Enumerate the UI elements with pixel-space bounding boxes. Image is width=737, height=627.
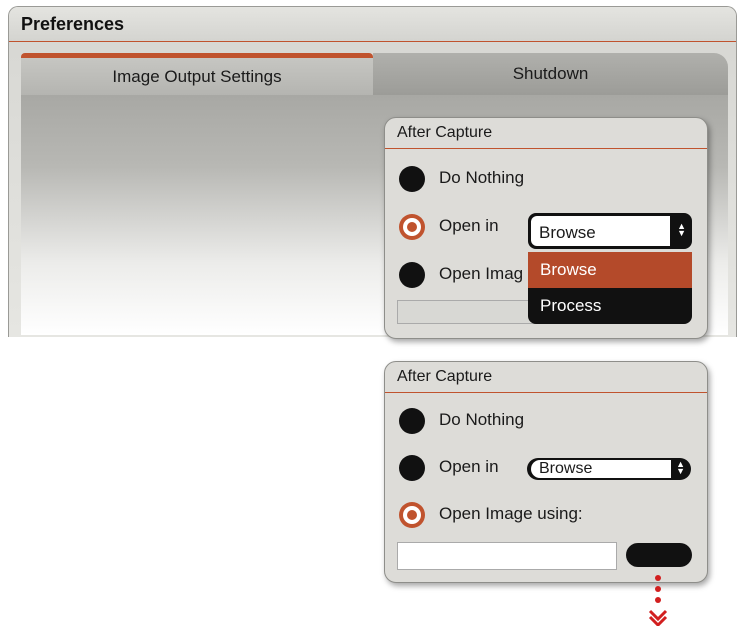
open-in-select[interactable]: Browse ▲ ▼	[527, 458, 691, 480]
dropdown-menu: Browse Process	[528, 252, 692, 324]
window-title: Preferences	[21, 14, 125, 34]
select-value: Browse	[531, 216, 670, 246]
tab-shutdown[interactable]: Shutdown	[373, 53, 728, 95]
chevron-down-icon	[648, 575, 668, 627]
radio-open-image[interactable]	[399, 502, 425, 528]
radio-open-in[interactable]	[399, 455, 425, 481]
open-in-select[interactable]: Browse ▲ ▼	[528, 213, 692, 249]
radio-label: Do Nothing	[439, 410, 525, 429]
radio-label: Do Nothing	[439, 168, 525, 187]
dropdown-option-process[interactable]: Process	[528, 288, 692, 324]
browse-button[interactable]	[626, 543, 692, 567]
radio-label: Open in	[439, 216, 499, 235]
radio-open-in[interactable]	[399, 214, 425, 240]
up-down-arrows-icon: ▲ ▼	[676, 459, 685, 476]
radio-do-nothing[interactable]	[399, 166, 425, 192]
after-capture-group-collapsed: After Capture Do Nothing Open in Open Im…	[384, 361, 708, 583]
radio-label: Open Imag	[439, 264, 524, 283]
radio-label: Open in	[439, 457, 499, 476]
radio-do-nothing[interactable]	[399, 408, 425, 434]
application-path-input[interactable]	[397, 542, 617, 570]
dropdown-option-browse[interactable]: Browse	[528, 252, 692, 288]
window-title-bar: Preferences	[9, 7, 736, 42]
application-path-field[interactable]	[397, 300, 539, 324]
group-title: After Capture	[385, 118, 707, 149]
tab-image-output-settings[interactable]: Image Output Settings	[21, 53, 373, 96]
radio-label: Open Image using:	[439, 504, 583, 523]
group-title: After Capture	[385, 362, 707, 393]
up-down-arrows-icon: ▲ ▼	[677, 221, 686, 238]
select-value: Browse	[531, 460, 671, 478]
radio-open-image[interactable]	[399, 262, 425, 288]
